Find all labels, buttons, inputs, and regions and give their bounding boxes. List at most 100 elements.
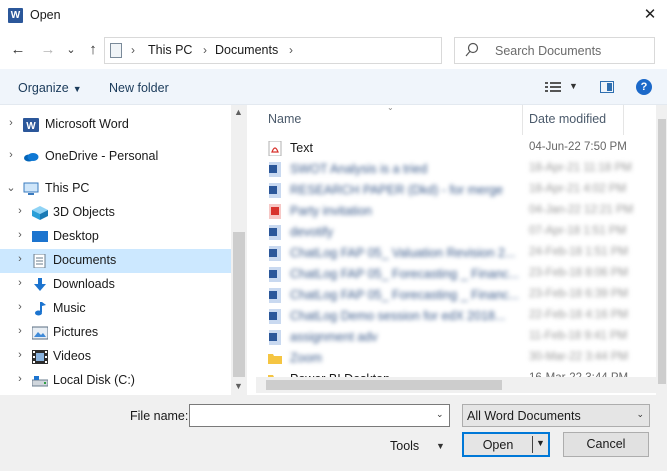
documents-icon [33, 254, 46, 268]
recent-locations-button[interactable]: ⌄ [61, 40, 81, 60]
word-doc-icon [269, 267, 281, 282]
disk-icon [32, 376, 48, 387]
file-row[interactable]: assignment adv 11-Feb-18 9:41 PM [256, 327, 656, 348]
open-label: Open [482, 438, 514, 452]
file-type-select[interactable]: All Word Documents ⌄ [462, 404, 650, 427]
chevron-right-icon[interactable]: › [14, 277, 26, 289]
file-row[interactable]: Zoom 30-Mar-22 3:44 PM [256, 348, 656, 369]
column-divider[interactable] [522, 105, 523, 135]
horizontal-scrollbar[interactable] [256, 377, 656, 393]
sidebar-item-pictures[interactable]: › Pictures [0, 321, 231, 345]
svg-text:W: W [26, 121, 36, 132]
close-button[interactable]: ✕ [639, 3, 661, 27]
open-button[interactable]: Open ▼ [462, 432, 550, 457]
search-placeholder: Search Documents [495, 44, 602, 58]
chevron-right-icon[interactable]: › [14, 253, 26, 265]
navigation-bar: ← → ⌄ ↑ › This PC › Documents › ⌄ ↻ Sear… [0, 31, 667, 69]
view-options-icon[interactable] [545, 82, 561, 92]
help-icon[interactable]: ? [636, 79, 652, 95]
file-name-input[interactable] [189, 404, 450, 427]
file-date: 18-Apr-21 4:02 PM [529, 183, 627, 195]
view-dropdown-icon[interactable]: ▼ [569, 81, 578, 91]
file-row[interactable]: ChatLog FAP 05_ Forecasting _ Financ... … [256, 264, 656, 285]
file-date: 07-Apr-18 1:51 PM [529, 225, 627, 237]
file-row[interactable]: devotify 07-Apr-18 1:51 PM [256, 222, 656, 243]
sidebar-item-downloads[interactable]: › Downloads [0, 273, 231, 297]
word-doc-icon [269, 162, 281, 177]
up-button[interactable]: ↑ [83, 40, 103, 60]
chevron-right-icon[interactable]: › [14, 349, 26, 361]
sidebar-item-documents[interactable]: › Documents [0, 249, 231, 273]
file-row[interactable]: ChatLog FAP 05_ Forecasting _ Financ... … [256, 285, 656, 306]
file-row[interactable]: Party invitation 04-Jan-22 12:21 PM [256, 201, 656, 222]
file-row[interactable]: Text 04-Jun-22 7:50 PM [256, 138, 656, 159]
sidebar-item-music[interactable]: › Music [0, 297, 231, 321]
file-list: ⌄ Name Date modified Text 04-Jun-22 7:50… [256, 105, 656, 395]
address-bar[interactable]: › This PC › Documents › ⌄ ↻ [104, 37, 534, 64]
sidebar-item-onedrive[interactable]: › OneDrive - Personal [0, 145, 231, 169]
file-name: ChatLog FAP 05_ Valuation Revision 2... [290, 246, 516, 260]
tools-button[interactable]: Tools [390, 439, 419, 453]
sidebar-item-desktop[interactable]: › Desktop [0, 225, 231, 249]
tools-dropdown-icon[interactable]: ▼ [436, 441, 445, 451]
new-folder-button[interactable]: New folder [109, 81, 169, 95]
chevron-right-icon[interactable]: › [14, 325, 26, 337]
chevron-right-icon[interactable]: › [14, 301, 26, 313]
sort-caret-icon: ⌄ [387, 105, 394, 112]
videos-icon [32, 350, 48, 364]
word-doc-icon [269, 309, 281, 324]
scroll-down-icon[interactable]: ▼ [234, 381, 243, 391]
back-button[interactable]: ← [8, 40, 28, 60]
breadcrumb-separator-icon: › [131, 43, 135, 57]
sidebar-item-this-pc[interactable]: ⌄ This PC [0, 177, 231, 201]
chevron-down-icon[interactable]: ⌄ [5, 181, 17, 194]
sidebar-item-videos[interactable]: › Videos [0, 345, 231, 369]
sidebar-item-local-disk[interactable]: › Local Disk (C:) [0, 369, 231, 393]
sidebar-item-label: Downloads [53, 277, 115, 291]
chevron-right-icon[interactable]: › [14, 229, 26, 241]
forward-button[interactable]: → [38, 40, 58, 60]
column-divider[interactable] [623, 105, 624, 135]
chevron-right-icon[interactable]: › [14, 205, 26, 217]
file-type-value: All Word Documents [467, 409, 581, 423]
chevron-down-icon[interactable]: ⌄ [436, 409, 444, 420]
desktop-icon [32, 231, 48, 242]
cancel-button[interactable]: Cancel [563, 432, 649, 457]
sidebar-item-3d-objects[interactable]: › 3D Objects [0, 201, 231, 225]
breadcrumb-this-pc[interactable]: This PC [148, 43, 192, 57]
sidebar-item-microsoft-word[interactable]: › W Microsoft Word [0, 113, 231, 137]
file-row[interactable]: RESEARCH PAPER (Dkd) - for merge 18-Apr-… [256, 180, 656, 201]
file-row[interactable]: ChatLog Demo session for edX 2018... 22-… [256, 306, 656, 327]
scrollbar-thumb[interactable] [233, 232, 245, 377]
window-title: Open [30, 8, 61, 22]
scrollbar-thumb[interactable] [266, 380, 502, 390]
split-divider [532, 436, 533, 453]
sidebar-item-label: Documents [53, 253, 117, 267]
chevron-right-icon[interactable]: › [14, 373, 26, 385]
pc-icon [23, 182, 39, 195]
pdf-icon [269, 204, 281, 219]
dialog-footer: File name: ⌄ All Word Documents ⌄ Tools … [0, 395, 667, 471]
word-doc-icon [269, 183, 281, 198]
preview-pane-icon[interactable] [600, 81, 614, 93]
navigation-pane-scrollbar[interactable]: ▲ ▼ [231, 105, 247, 395]
breadcrumb-documents[interactable]: Documents [215, 43, 278, 57]
sidebar-item-label: This PC [45, 181, 90, 195]
file-list-scrollbar[interactable] [656, 105, 667, 395]
chevron-right-icon[interactable]: › [5, 149, 17, 161]
organize-button[interactable]: Organize ▼ [18, 81, 82, 95]
file-row[interactable]: SWOT Analysis is a tried 18-Apr-21 11:18… [256, 159, 656, 180]
file-name: Zoom [290, 351, 322, 365]
file-name: RESEARCH PAPER (Dkd) - for merge [290, 183, 504, 197]
sidebar-item-label: OneDrive - Personal [45, 149, 159, 163]
file-name: assignment adv [290, 330, 378, 344]
open-dropdown-icon[interactable]: ▼ [536, 438, 545, 448]
chevron-right-icon[interactable]: › [5, 117, 17, 129]
file-row[interactable]: ChatLog FAP 05_ Valuation Revision 2... … [256, 243, 656, 264]
scrollbar-thumb[interactable] [658, 119, 666, 384]
pictures-icon [32, 326, 48, 340]
scroll-up-icon[interactable]: ▲ [234, 107, 243, 117]
file-date: 22-Feb-18 4:16 PM [529, 309, 629, 321]
title-bar: W Open ✕ [0, 0, 667, 31]
search-box[interactable]: Search Documents [454, 37, 655, 64]
